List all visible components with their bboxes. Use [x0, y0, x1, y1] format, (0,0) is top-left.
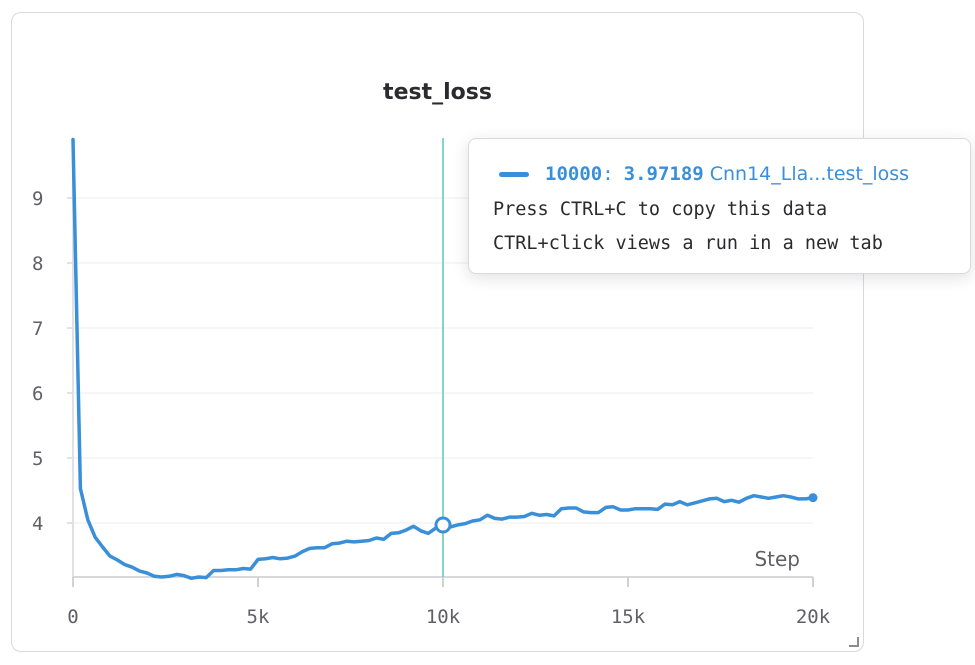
tooltip-series-row: 10000 : 3.97189 Cnn14_Lla...test_loss: [499, 161, 909, 187]
y-tick-label: 4: [32, 513, 43, 535]
tooltip-value: 3.97189: [623, 163, 704, 185]
chart-title: test_loss: [383, 80, 492, 105]
y-tick-label: 8: [32, 253, 43, 275]
tooltip-copy-hint: Press CTRL+C to copy this data: [493, 199, 828, 220]
x-tick-label: 5k: [247, 606, 270, 628]
x-axis-title: Step: [754, 547, 800, 571]
tooltip-colon: :: [602, 163, 614, 185]
hover-point: [434, 516, 452, 534]
y-tick-label: 6: [32, 383, 43, 405]
tooltip-ctrl-click-hint: CTRL+click views a run in a new tab: [493, 233, 883, 254]
x-tick-label: 20k: [796, 606, 831, 628]
x-tick-label: 10k: [426, 606, 461, 628]
tooltip-run-name[interactable]: Cnn14_Lla...test_loss: [710, 163, 909, 185]
series-end-point: [808, 493, 818, 503]
y-tick-label: 5: [32, 448, 43, 470]
tooltip-step: 10000: [545, 163, 603, 185]
y-tick-label: 7: [32, 318, 43, 340]
x-tick-label: 15k: [611, 606, 646, 628]
resize-handle[interactable]: [849, 637, 859, 647]
series-swatch: [499, 171, 529, 177]
hover-tooltip: 10000 : 3.97189 Cnn14_Lla...test_loss Pr…: [468, 138, 971, 274]
y-tick-label: 9: [32, 188, 43, 210]
x-tick-label: 0: [67, 606, 78, 628]
